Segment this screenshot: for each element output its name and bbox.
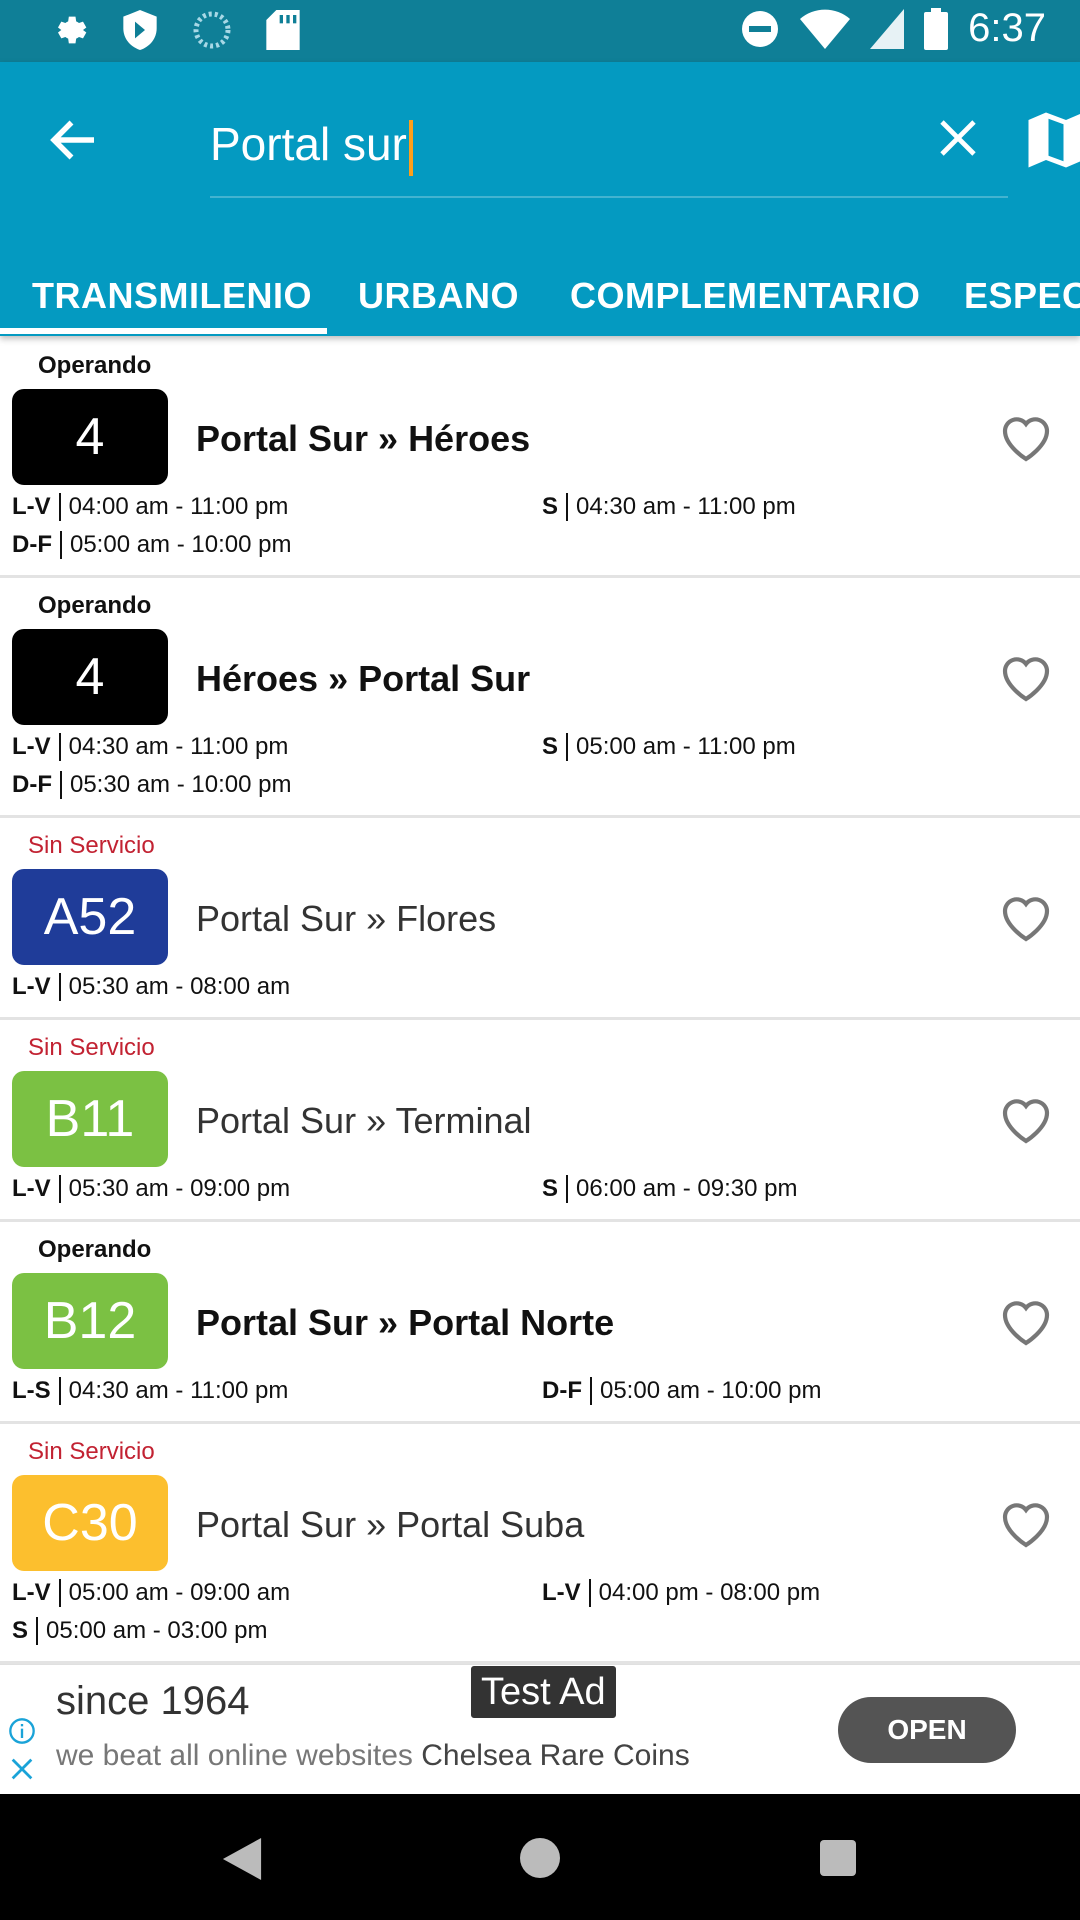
back-arrow-icon[interactable]: [44, 110, 104, 170]
schedule-entry: D-F 05:30 am - 10:00 pm: [12, 771, 292, 799]
schedule-entry: L-V 04:00 am - 11:00 pm: [12, 493, 289, 521]
tab-urbano[interactable]: URBANO: [358, 256, 519, 336]
favorite-heart-icon[interactable]: [998, 1296, 1054, 1348]
route-badge: B11: [12, 1071, 168, 1167]
route-item[interactable]: Operando 4 Portal Sur » Héroes L-V 04:00 …: [0, 338, 1080, 578]
schedule-entry: L-S 04:30 am - 11:00 pm: [12, 1377, 289, 1405]
route-item[interactable]: Operando B12 Portal Sur » Portal Norte L…: [0, 1222, 1080, 1424]
schedule-entry: D-F 05:00 am - 10:00 pm: [12, 531, 292, 559]
route-status: Sin Servicio: [28, 1438, 155, 1465]
status-bar: 6:37: [0, 0, 1080, 62]
favorite-heart-icon[interactable]: [998, 1094, 1054, 1146]
route-item[interactable]: Sin Servicio A52 Portal Sur » Flores L-V…: [0, 818, 1080, 1020]
info-icon[interactable]: [8, 1717, 36, 1745]
system-nav-bar: [0, 1794, 1080, 1920]
close-icon[interactable]: [934, 114, 982, 162]
battery-icon: [924, 7, 949, 50]
route-name: Portal Sur » Portal Norte: [196, 1302, 615, 1343]
map-icon[interactable]: [1026, 110, 1080, 170]
app-bar: Portal sur TRANSMILENIO URBANO COMPLEMEN…: [0, 62, 1080, 336]
tab-complementario[interactable]: COMPLEMENTARIO: [570, 256, 920, 336]
route-item[interactable]: Sin Servicio C30 Portal Sur » Portal Sub…: [0, 1424, 1080, 1664]
favorite-heart-icon[interactable]: [998, 652, 1054, 704]
shield-icon: [123, 10, 157, 50]
category-tabs: TRANSMILENIO URBANO COMPLEMENTARIO ESPEC…: [0, 256, 1080, 336]
schedule-entry: S 04:30 am - 11:00 pm: [542, 493, 796, 521]
active-tab-indicator: [0, 328, 327, 334]
schedule-entry: S 05:00 am - 11:00 pm: [542, 733, 796, 761]
wifi-icon: [800, 9, 851, 49]
schedule-entry: L-V 04:30 am - 11:00 pm: [12, 733, 289, 761]
route-badge: 4: [12, 389, 168, 485]
search-input[interactable]: Portal sur: [210, 98, 890, 190]
text-caret: [408, 119, 413, 176]
close-ad-icon[interactable]: [8, 1755, 36, 1783]
route-name: Portal Sur » Héroes: [196, 418, 531, 459]
ad-advertiser: Chelsea Rare Coins: [421, 1739, 690, 1772]
schedule-entry: L-V 04:00 pm - 08:00 pm: [542, 1579, 821, 1607]
loading-icon: [193, 11, 231, 49]
tab-especial[interactable]: ESPECI: [964, 256, 1080, 336]
nav-back-icon[interactable]: [222, 1838, 262, 1880]
route-status: Operando: [38, 592, 152, 619]
route-name: Héroes » Portal Sur: [196, 658, 531, 699]
schedule-entry: S 05:00 am - 03:00 pm: [12, 1617, 268, 1645]
favorite-heart-icon[interactable]: [998, 1498, 1054, 1550]
route-list: Operando 4 Portal Sur » Héroes L-V 04:00 …: [0, 338, 1080, 1664]
route-badge: C30: [12, 1475, 168, 1571]
dnd-icon: [742, 10, 779, 47]
route-name: Portal Sur » Portal Suba: [196, 1504, 585, 1545]
route-badge: B12: [12, 1273, 168, 1369]
nav-home-icon[interactable]: [520, 1838, 560, 1878]
ad-title: since 1964: [56, 1679, 250, 1723]
route-name: Portal Sur » Flores: [196, 898, 497, 939]
favorite-heart-icon[interactable]: [998, 892, 1054, 944]
schedule-entry: S 06:00 am - 09:30 pm: [542, 1175, 798, 1203]
search-underline: [210, 196, 1008, 198]
route-badge: 4: [12, 629, 168, 725]
route-status: Sin Servicio: [28, 832, 155, 859]
ad-open-button[interactable]: OPEN: [838, 1697, 1016, 1763]
ad-banner[interactable]: since 1964 we beat all online websites C…: [0, 1664, 1080, 1795]
clock: 6:37: [968, 6, 1046, 50]
test-ad-label: Test Ad: [470, 1665, 617, 1719]
route-item[interactable]: Sin Servicio B11 Portal Sur » Terminal L…: [0, 1020, 1080, 1222]
nav-recents-icon[interactable]: [820, 1840, 856, 1876]
signal-icon: [870, 8, 905, 49]
route-status: Sin Servicio: [28, 1034, 155, 1061]
search-query: Portal sur: [210, 118, 407, 170]
schedule-entry: L-V 05:30 am - 08:00 am: [12, 973, 291, 1001]
route-badge: A52: [12, 869, 168, 965]
route-item[interactable]: Operando 4 Héroes » Portal Sur L-V 04:30 …: [0, 578, 1080, 818]
schedule-entry: L-V 05:30 am - 09:00 pm: [12, 1175, 291, 1203]
route-status: Operando: [38, 1236, 152, 1263]
favorite-heart-icon[interactable]: [998, 412, 1054, 464]
route-status: Operando: [38, 352, 152, 379]
gear-icon: [58, 16, 87, 44]
ad-description: we beat all online websites Chelsea Rare…: [56, 1739, 690, 1772]
schedule-entry: D-F 05:00 am - 10:00 pm: [542, 1377, 822, 1405]
tab-transmilenio[interactable]: TRANSMILENIO: [32, 256, 312, 336]
route-name: Portal Sur » Terminal: [196, 1100, 532, 1141]
sd-card-icon: [266, 10, 300, 50]
schedule-entry: L-V 05:00 am - 09:00 am: [12, 1579, 291, 1607]
